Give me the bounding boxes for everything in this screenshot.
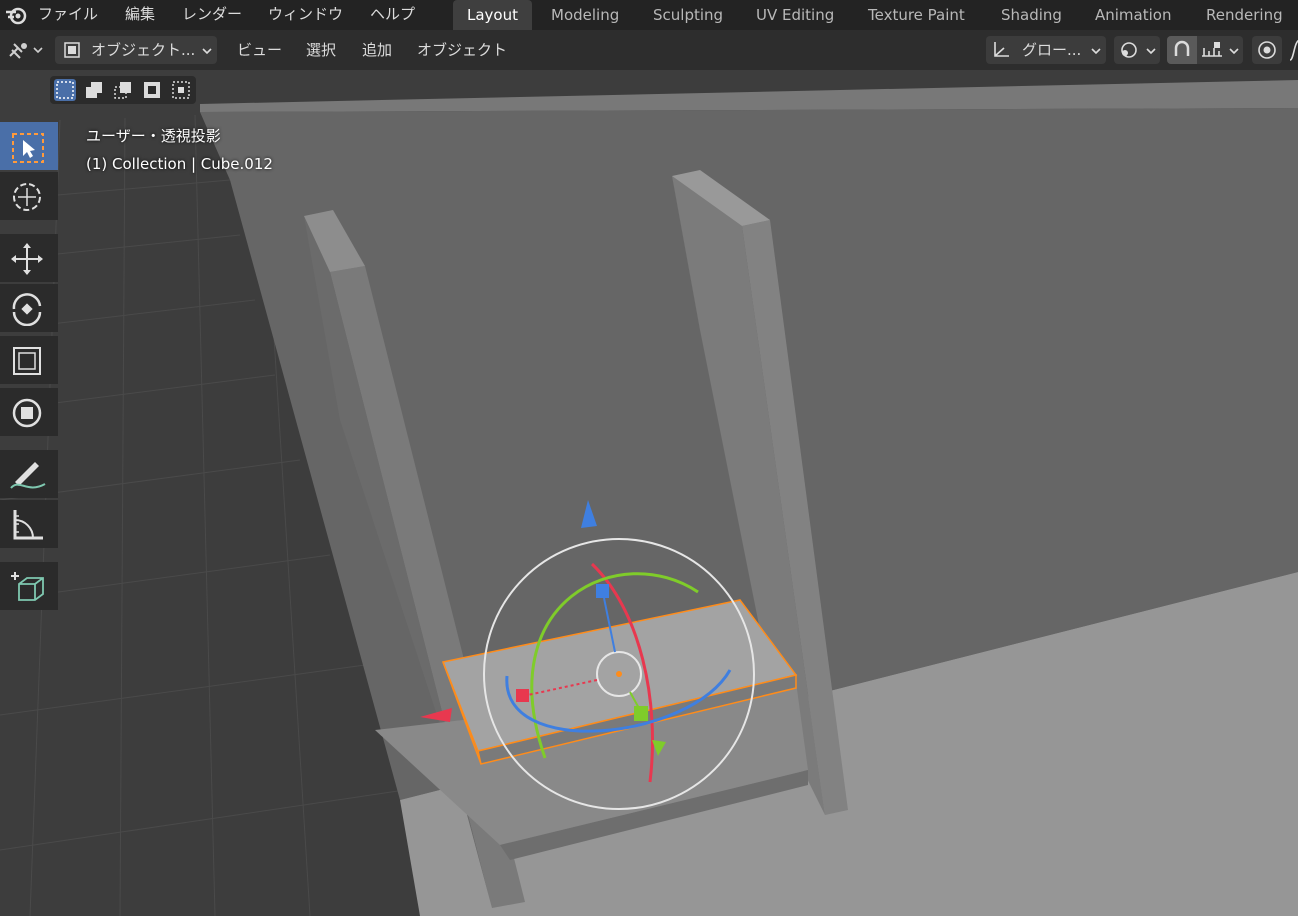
tool-measure[interactable] xyxy=(0,500,58,548)
select-intersect-icon xyxy=(172,81,190,99)
gizmo-x-scale-handle[interactable] xyxy=(516,689,529,702)
select-extend-button[interactable] xyxy=(83,79,105,101)
tab-rendering[interactable]: Rendering xyxy=(1192,0,1297,30)
cursor-icon xyxy=(13,183,41,211)
tab-shading[interactable]: Shading xyxy=(987,0,1076,30)
mode-dropdown[interactable]: オブジェクト... xyxy=(55,36,217,64)
wall-top-edge xyxy=(200,80,1298,112)
chevron-down-icon xyxy=(1146,48,1156,55)
menu-render[interactable]: レンダー xyxy=(182,3,242,24)
tool-scale[interactable] xyxy=(0,336,58,384)
measure-ruler-icon xyxy=(13,510,43,540)
orientation-label: グロー... xyxy=(1022,41,1082,59)
object-mode-icon xyxy=(64,42,80,58)
magnet-icon xyxy=(1174,40,1190,56)
select-new-icon xyxy=(56,81,74,99)
editor-type-button[interactable] xyxy=(4,36,46,64)
proportional-edit-icon xyxy=(1258,41,1276,59)
select-subtract-button[interactable] xyxy=(112,79,134,101)
snap-toggle[interactable] xyxy=(1167,36,1197,64)
menu-file[interactable]: ファイル xyxy=(38,3,98,24)
chevron-down-icon xyxy=(1091,48,1101,55)
menu-window[interactable]: ウィンドウ xyxy=(268,3,343,24)
view-name: ユーザー・透視投影 xyxy=(86,127,221,145)
annotate-pencil-icon xyxy=(10,462,46,489)
move-icon xyxy=(11,243,43,275)
tab-modeling[interactable]: Modeling xyxy=(537,0,633,30)
menu-view[interactable]: ビュー xyxy=(237,36,282,64)
gizmo-z-scale-handle[interactable] xyxy=(596,584,609,598)
tab-layout[interactable]: Layout xyxy=(453,0,532,30)
transform-icon xyxy=(12,398,42,428)
add-cube-icon xyxy=(11,572,44,601)
chevron-down-icon xyxy=(1229,48,1239,55)
tool-rotate[interactable] xyxy=(0,284,58,332)
menu-help[interactable]: ヘルプ xyxy=(370,3,415,24)
select-invert-icon xyxy=(144,82,160,98)
tool-annotate[interactable] xyxy=(0,450,58,498)
snap-increment-icon[interactable] xyxy=(1199,38,1229,62)
scale-icon xyxy=(13,347,41,375)
falloff-curve-icon[interactable] xyxy=(1288,38,1298,62)
tool-cursor[interactable] xyxy=(0,172,58,220)
menu-add[interactable]: 追加 xyxy=(362,36,392,64)
select-new-button[interactable] xyxy=(54,79,76,101)
blender-logo-icon[interactable] xyxy=(4,2,30,28)
mode-label: オブジェクト... xyxy=(91,41,196,59)
chevron-down-icon xyxy=(202,48,212,55)
viewport-info: ユーザー・透視投影 (1) Collection | Cube.012 xyxy=(86,122,273,178)
proportional-editing-toggle[interactable] xyxy=(1252,36,1282,64)
viewport-editor-icon xyxy=(9,43,43,59)
scene-render[interactable] xyxy=(0,70,1298,916)
tab-sculpting[interactable]: Sculpting xyxy=(639,0,737,30)
tool-select-box[interactable] xyxy=(0,122,58,170)
selection-mode-bar xyxy=(50,76,196,104)
tool-transform[interactable] xyxy=(0,388,58,436)
tab-uv-editing[interactable]: UV Editing xyxy=(742,0,848,30)
tool-move[interactable] xyxy=(0,234,58,282)
tab-animation[interactable]: Animation xyxy=(1081,0,1185,30)
transform-orientation-dropdown[interactable]: グロー... xyxy=(986,36,1106,64)
select-intersect-button[interactable] xyxy=(170,79,192,101)
select-extend-icon xyxy=(86,82,102,98)
menu-object[interactable]: オブジェクト xyxy=(417,36,507,64)
menu-edit[interactable]: 編集 xyxy=(125,3,155,24)
pivot-point-dropdown[interactable] xyxy=(1114,36,1160,64)
collection-info: (1) Collection | Cube.012 xyxy=(86,155,273,173)
select-box-icon xyxy=(12,133,44,163)
rotate-icon xyxy=(12,293,42,326)
menu-select[interactable]: 選択 xyxy=(306,36,336,64)
3d-viewport[interactable] xyxy=(0,70,1298,916)
select-subtract-icon xyxy=(114,82,131,99)
snapping-group xyxy=(1167,36,1243,64)
orientation-axes-icon xyxy=(994,42,1009,57)
object-origin-dot xyxy=(616,671,622,677)
tab-texture-paint[interactable]: Texture Paint xyxy=(854,0,979,30)
top-menu-bar: ファイル 編集 レンダー ウィンドウ ヘルプ Layout Modeling S… xyxy=(0,0,1298,30)
viewport-header: オブジェクト... ビュー 選択 追加 オブジェクト グロー... xyxy=(0,30,1298,70)
pivot-icon xyxy=(1121,42,1137,58)
gizmo-y-scale-handle[interactable] xyxy=(634,706,648,721)
select-invert-button[interactable] xyxy=(141,79,163,101)
tool-add-cube[interactable] xyxy=(0,562,58,610)
